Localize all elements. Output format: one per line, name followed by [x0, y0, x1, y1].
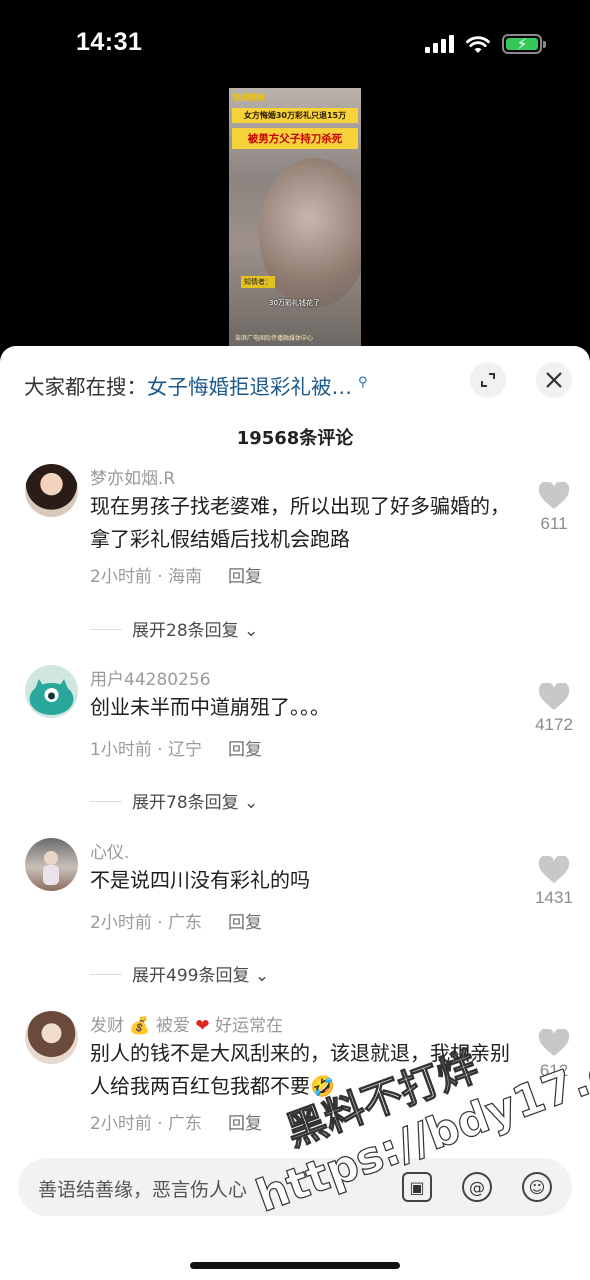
heart-icon	[538, 856, 570, 883]
like-count: 611	[540, 514, 568, 533]
chevron-down-icon: ⌄	[238, 793, 259, 813]
cellular-signal-icon	[425, 35, 454, 53]
comment-meta: 2小时前 · 广东 回复	[90, 908, 262, 933]
comment-time-location: 1小时前 · 辽宁	[90, 740, 203, 760]
expand-replies-label: 展开28条回复	[132, 621, 239, 641]
status-bar: 14:31 ⚡	[0, 0, 590, 88]
chevron-down-icon: ⌄	[249, 966, 270, 986]
heart-icon	[538, 683, 570, 710]
red-heart-icon: ❤	[195, 1016, 210, 1036]
like-button[interactable]: 611	[530, 482, 578, 534]
comment-meta: 1小时前 · 辽宁 回复	[90, 735, 262, 760]
avatar[interactable]	[25, 838, 78, 891]
divider-line	[90, 974, 122, 975]
money-bag-icon: 💰	[129, 1016, 151, 1036]
reply-button[interactable]: 回复	[228, 1114, 262, 1134]
status-icons: ⚡	[425, 33, 546, 55]
close-button[interactable]	[536, 362, 572, 398]
username-part: 好运常在	[215, 1016, 284, 1036]
video-caption-main: 被男方父子持刀杀死	[232, 128, 358, 149]
chevron-down-icon: ⌄	[238, 621, 259, 641]
expand-replies-label: 展开78条回复	[132, 793, 239, 813]
like-count: 612	[539, 1061, 569, 1080]
reply-button[interactable]: 回复	[228, 567, 262, 587]
expand-button[interactable]	[470, 362, 506, 398]
home-indicator	[190, 1262, 400, 1269]
comment-time-location: 2小时前 · 广东	[90, 913, 203, 933]
avatar[interactable]	[25, 1011, 78, 1064]
video-footer: 澎湃广电国际传播融媒体中心	[235, 335, 314, 342]
reply-button[interactable]: 回复	[228, 740, 262, 760]
comments-sheet: 大家都在搜：女子悔婚拒退彩礼被… ⚲ 19568条评论 梦亦如烟.R 现在男孩子找…	[0, 346, 590, 1280]
comment-meta: 2小时前 · 海南 回复	[90, 562, 262, 587]
comment-count: 19568条评论	[236, 428, 354, 449]
video-thumbnail[interactable]: 悦动视频 女方悔婚30万彩礼只退15万 被男方父子持刀杀死 知情者： 30万彩礼…	[229, 88, 361, 346]
emoji-icon[interactable]: ☺	[522, 1172, 552, 1202]
status-time: 14:31	[76, 28, 143, 56]
avatar[interactable]	[25, 464, 78, 517]
avatar[interactable]	[25, 665, 78, 718]
video-caption-top: 女方悔婚30万彩礼只退15万	[232, 108, 358, 123]
expand-icon	[481, 373, 495, 387]
search-query[interactable]: 女子悔婚拒退彩礼被…	[147, 375, 352, 399]
comment-input[interactable]: 善语结善缘，恶言伤人心 ▣ @ ☺	[18, 1158, 572, 1216]
comment-text: 创业未半而中道崩殂了。。。	[90, 695, 330, 719]
like-count: 1431	[535, 888, 573, 907]
close-icon	[546, 372, 562, 388]
search-label: 大家都在搜：	[24, 375, 147, 399]
avatar-monster-icon	[29, 679, 74, 715]
comment-text: 现在男孩子找老婆难，所以出现了好多骗婚的，拿了彩礼假结婚后找机会跑路	[90, 494, 510, 551]
reply-button[interactable]: 回复	[228, 913, 262, 933]
video-subtitle: 30万彩礼钱花了	[269, 299, 320, 307]
username-part: 被爱	[155, 1016, 190, 1036]
search-icon: ⚲	[358, 375, 368, 390]
divider-line	[90, 801, 122, 802]
comment-meta: 2小时前 · 广东 回复	[90, 1109, 262, 1134]
wifi-icon	[466, 35, 490, 53]
comment-username[interactable]: 发财 💰 被爱 ❤ 好运常在	[90, 1011, 283, 1036]
sheet-header: 大家都在搜：女子悔婚拒退彩礼被… ⚲	[0, 362, 590, 406]
like-count: 4172	[535, 715, 573, 734]
heart-icon	[538, 482, 570, 509]
image-icon[interactable]: ▣	[402, 1172, 432, 1202]
comment-text: 别人的钱不是大风刮来的，该退就退，我相亲别人给我两百红包我都不要🤣	[90, 1041, 510, 1098]
username-part: 发财	[90, 1016, 124, 1036]
comment-input-placeholder: 善语结善缘，恶言伤人心	[38, 1179, 248, 1201]
comment-username[interactable]: 梦亦如烟.R	[90, 464, 175, 489]
comment-time-location: 2小时前 · 广东	[90, 1114, 203, 1134]
expand-replies[interactable]: 展开499条回复 ⌄	[90, 961, 269, 986]
expand-replies[interactable]: 展开28条回复 ⌄	[90, 616, 258, 641]
heart-icon	[538, 1029, 570, 1056]
avatar-person-icon	[43, 851, 59, 885]
divider-line	[90, 629, 122, 630]
comment-text: 不是说四川没有彩礼的吗	[90, 868, 310, 892]
like-button[interactable]: 1431	[530, 856, 578, 908]
at-mention-icon[interactable]: @	[462, 1172, 492, 1202]
comment-time-location: 2小时前 · 海南	[90, 567, 203, 587]
expand-replies[interactable]: 展开78条回复 ⌄	[90, 788, 258, 813]
charging-bolt-icon: ⚡	[516, 35, 528, 53]
battery-icon: ⚡	[502, 34, 546, 54]
video-tag: 知情者：	[241, 276, 275, 288]
comment-username[interactable]: 心仪.	[90, 838, 129, 863]
comment-username[interactable]: 用户44280256	[90, 665, 211, 690]
like-button[interactable]: 612	[530, 1029, 578, 1081]
search-suggestion[interactable]: 大家都在搜：女子悔婚拒退彩礼被… ⚲	[24, 370, 368, 400]
video-logo: 悦动视频	[233, 93, 265, 102]
expand-replies-label: 展开499条回复	[132, 966, 250, 986]
like-button[interactable]: 4172	[530, 683, 578, 735]
